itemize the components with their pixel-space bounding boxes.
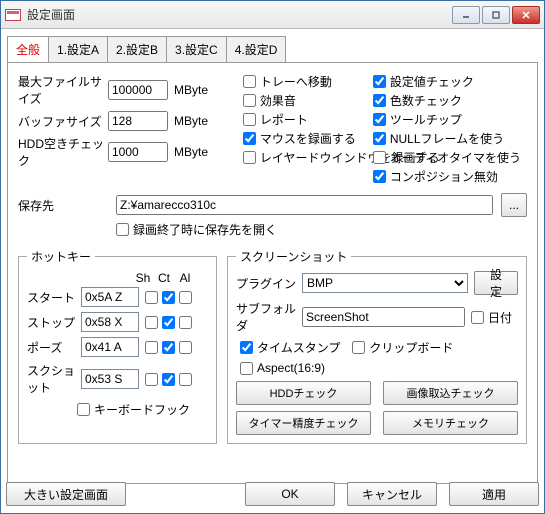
hotkey-header-ct: Ct bbox=[156, 271, 172, 285]
subfolder-label: サブフォルダ bbox=[236, 300, 296, 334]
chk-right-0[interactable]: 設定値チェック bbox=[373, 73, 521, 90]
app-icon bbox=[5, 9, 21, 21]
hotkey-al-checkbox[interactable] bbox=[179, 316, 192, 329]
hotkey-al-checkbox[interactable] bbox=[179, 341, 192, 354]
hotkey-legend: ホットキー bbox=[27, 248, 95, 265]
chk-right-2[interactable]: ツールチップ bbox=[373, 111, 521, 128]
hotkey-row-3: スクショット bbox=[27, 362, 208, 396]
hotkey-ct-checkbox[interactable] bbox=[162, 373, 175, 386]
timestamp-checkbox[interactable]: タイムスタンプ bbox=[240, 339, 340, 356]
chk-left-3[interactable]: マウスを録画する bbox=[243, 130, 367, 147]
hotkey-label: スクショット bbox=[27, 362, 77, 396]
hotkey-header-al: Al bbox=[177, 271, 193, 285]
chk-left-0[interactable]: トレーへ移動 bbox=[243, 73, 367, 90]
save-dest-label: 保存先 bbox=[18, 197, 108, 214]
keyboard-hook-checkbox[interactable]: キーボードフック bbox=[77, 401, 190, 418]
plugin-settings-button[interactable]: 設定 bbox=[474, 271, 518, 295]
hotkey-group: ホットキー Sh Ct Al スタートストップポーズスクショット キーボードフッ… bbox=[18, 248, 217, 444]
chk-right-5[interactable]: コンポジション無効 bbox=[373, 168, 521, 185]
open-after-save-checkbox[interactable]: 録画終了時に保存先を開く bbox=[116, 221, 277, 238]
hotkey-sh-checkbox[interactable] bbox=[145, 373, 158, 386]
unit-mbyte: MByte bbox=[174, 83, 214, 97]
save-dest-input[interactable] bbox=[116, 195, 493, 215]
cancel-button[interactable]: キャンセル bbox=[347, 482, 437, 506]
tab-panel: 最大ファイルサイズ MByte バッファサイズ MByte HDD空きチェック … bbox=[7, 62, 538, 484]
hdd-check-button[interactable]: HDDチェック bbox=[236, 381, 371, 405]
date-checkbox[interactable]: 日付 bbox=[471, 309, 512, 326]
close-button[interactable] bbox=[512, 6, 540, 24]
hotkey-ct-checkbox[interactable] bbox=[162, 341, 175, 354]
chk-right-4[interactable]: オーディオタイマを使う bbox=[373, 149, 521, 166]
tab-b[interactable]: 2.設定B bbox=[107, 36, 167, 63]
hotkey-input[interactable] bbox=[81, 312, 139, 332]
chk-left-2[interactable]: レポート bbox=[243, 111, 367, 128]
hotkey-al-checkbox[interactable] bbox=[179, 291, 192, 304]
hotkey-row-1: ストップ bbox=[27, 312, 208, 332]
hotkey-input[interactable] bbox=[81, 337, 139, 357]
chk-right-1[interactable]: 色数チェック bbox=[373, 92, 521, 109]
clipboard-checkbox[interactable]: クリップボード bbox=[352, 339, 453, 356]
chk-right-3[interactable]: NULLフレームを使う bbox=[373, 130, 521, 147]
title-bar: 設定画面 bbox=[1, 1, 544, 29]
hotkey-label: ストップ bbox=[27, 314, 77, 331]
subfolder-input[interactable] bbox=[302, 307, 465, 327]
image-capture-check-button[interactable]: 画像取込チェック bbox=[383, 381, 518, 405]
buffer-size-input[interactable] bbox=[108, 111, 168, 131]
unit-mbyte: MByte bbox=[174, 145, 214, 159]
browse-button[interactable]: ... bbox=[501, 193, 527, 217]
hotkey-label: スタート bbox=[27, 289, 77, 306]
hotkey-al-checkbox[interactable] bbox=[179, 373, 192, 386]
hdd-free-input[interactable] bbox=[108, 142, 168, 162]
hotkey-header-sh: Sh bbox=[135, 271, 151, 285]
max-file-size-input[interactable] bbox=[108, 80, 168, 100]
hotkey-ct-checkbox[interactable] bbox=[162, 291, 175, 304]
hotkey-input[interactable] bbox=[81, 287, 139, 307]
hotkey-input[interactable] bbox=[81, 369, 139, 389]
chk-left-4[interactable]: レイヤードウインドウを録画する bbox=[243, 149, 367, 166]
aspect-checkbox[interactable]: Aspect(16:9) bbox=[240, 361, 325, 375]
hotkey-sh-checkbox[interactable] bbox=[145, 291, 158, 304]
hotkey-label: ポーズ bbox=[27, 339, 77, 356]
tab-strip: 全般 1.設定A 2.設定B 3.設定C 4.設定D bbox=[7, 35, 538, 62]
window-title: 設定画面 bbox=[27, 6, 452, 23]
hdd-free-label: HDD空きチェック bbox=[18, 135, 108, 169]
timer-precision-check-button[interactable]: タイマー精度チェック bbox=[236, 411, 371, 435]
tab-c[interactable]: 3.設定C bbox=[166, 36, 227, 63]
memory-check-button[interactable]: メモリチェック bbox=[383, 411, 518, 435]
tab-general[interactable]: 全般 bbox=[7, 36, 49, 63]
apply-button[interactable]: 適用 bbox=[449, 482, 539, 506]
plugin-label: プラグイン bbox=[236, 275, 296, 292]
screenshot-group: スクリーンショット プラグイン BMP 設定 サブフォルダ 日付 タイムスタンプ… bbox=[227, 248, 527, 444]
maximize-button[interactable] bbox=[482, 6, 510, 24]
tab-a[interactable]: 1.設定A bbox=[48, 36, 108, 63]
buffer-size-label: バッファサイズ bbox=[18, 113, 108, 130]
tab-d[interactable]: 4.設定D bbox=[226, 36, 287, 63]
hotkey-sh-checkbox[interactable] bbox=[145, 316, 158, 329]
ok-button[interactable]: OK bbox=[245, 482, 335, 506]
hotkey-sh-checkbox[interactable] bbox=[145, 341, 158, 354]
large-settings-button[interactable]: 大きい設定画面 bbox=[6, 482, 126, 506]
chk-left-1[interactable]: 効果音 bbox=[243, 92, 367, 109]
hotkey-row-2: ポーズ bbox=[27, 337, 208, 357]
hotkey-ct-checkbox[interactable] bbox=[162, 316, 175, 329]
hotkey-row-0: スタート bbox=[27, 287, 208, 307]
plugin-select[interactable]: BMP bbox=[302, 273, 468, 293]
max-file-size-label: 最大ファイルサイズ bbox=[18, 73, 108, 107]
screenshot-legend: スクリーンショット bbox=[236, 248, 351, 265]
minimize-button[interactable] bbox=[452, 6, 480, 24]
unit-mbyte: MByte bbox=[174, 114, 214, 128]
